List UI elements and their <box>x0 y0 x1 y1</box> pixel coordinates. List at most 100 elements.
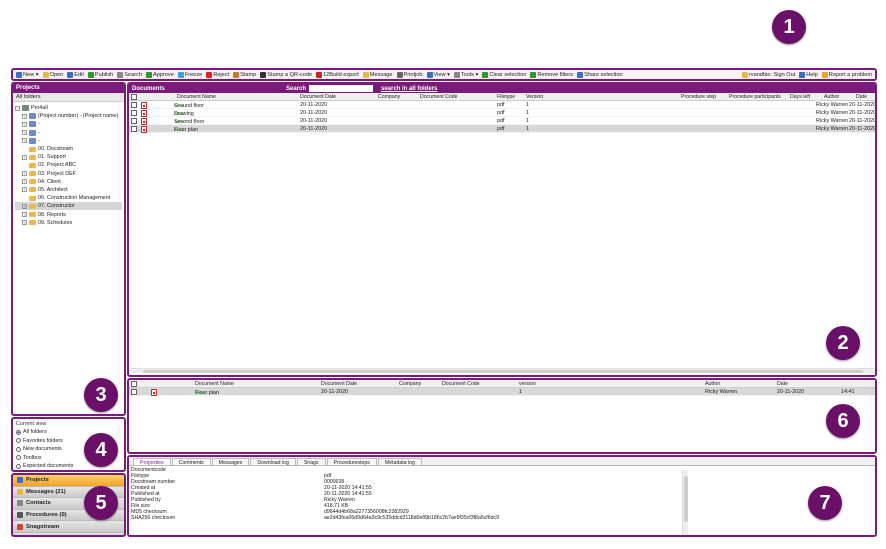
toolbar-button-15[interactable]: Clear selection <box>482 71 526 78</box>
column-header[interactable]: Company <box>399 381 421 387</box>
table-row[interactable]: Second floor New 20-11-2020 pdf 1 Ricky Warre… <box>129 117 875 125</box>
select-all-checkbox[interactable] <box>131 381 137 387</box>
search-input[interactable] <box>309 85 373 92</box>
tree-node[interactable]: + - <box>15 129 122 137</box>
tree-node[interactable]: +08. Reports <box>15 210 122 218</box>
toolbar-button-3[interactable]: Publish <box>87 71 113 78</box>
tree-node[interactable]: 02. Project ABC <box>15 161 122 169</box>
toolbar-button-8[interactable]: Stamp <box>233 71 256 78</box>
column-header[interactable]: Procedure step <box>681 94 716 100</box>
column-header[interactable]: Document Name <box>177 94 216 100</box>
column-header[interactable]: Document Code <box>420 94 458 100</box>
toolbar-button-4[interactable]: Search <box>117 71 142 78</box>
column-header[interactable]: Document Date <box>300 94 336 100</box>
expand-toggle-icon[interactable]: + <box>22 130 27 136</box>
radio-button[interactable] <box>16 446 21 452</box>
toolbar-button-1[interactable]: Open <box>42 71 63 78</box>
tree-node[interactable]: 06. Construction Management <box>15 194 122 202</box>
nav-item[interactable]: Projects <box>13 475 124 487</box>
table-row[interactable]: Drawing New 20-11-2020 pdf 1 Ricky Warren 20-1… <box>129 109 875 117</box>
tree-node[interactable]: + - <box>15 137 122 145</box>
row-checkbox[interactable] <box>131 126 137 132</box>
tab-metadata-log[interactable]: Metadata log <box>377 458 422 466</box>
tab-comments[interactable]: Comments <box>171 458 211 466</box>
expand-toggle-icon[interactable]: − <box>15 105 20 111</box>
scrollbar-thumb[interactable] <box>684 476 688 522</box>
tab-properties[interactable]: Properties <box>133 458 171 466</box>
toolbar-button-6[interactable]: Freeze <box>177 71 202 78</box>
scrollbar-thumb[interactable] <box>143 370 863 373</box>
column-header[interactable]: Company <box>378 94 400 100</box>
tree-node[interactable]: 00. Docstream <box>15 145 122 153</box>
column-header[interactable]: Date <box>856 94 867 100</box>
expand-toggle-icon[interactable]: + <box>22 179 27 185</box>
tab-proceduresteps[interactable]: Proceduresteps <box>326 458 377 466</box>
documents-horizontal-scrollbar[interactable] <box>131 368 875 373</box>
toolbar-user-button-0[interactable]: rvandtke: Sign Out <box>741 71 795 78</box>
new-badge: New <box>175 119 184 124</box>
toolbar-button-9[interactable]: Stamp a QR-code <box>260 71 312 78</box>
expand-toggle-icon[interactable]: + <box>22 220 27 226</box>
toolbar-user-button-2[interactable]: Report a problem <box>821 71 872 78</box>
tree-node[interactable]: +01. Support <box>15 153 122 161</box>
column-header[interactable]: Document Name <box>195 381 234 387</box>
toolbar-button-14[interactable]: Tools ▾ <box>453 71 478 78</box>
expand-toggle-icon[interactable]: + <box>22 187 27 193</box>
toolbar-button-0[interactable]: New ▾ <box>16 71 39 78</box>
tab-snags[interactable]: Snags <box>296 458 326 466</box>
tree-node[interactable]: +03. Project DEF <box>15 170 122 178</box>
column-header[interactable]: Filetype <box>497 94 515 100</box>
toolbar-button-5[interactable]: Approve <box>145 71 174 78</box>
toolbar-button-12[interactable]: Printjob <box>396 71 423 78</box>
expand-toggle-icon[interactable]: + <box>22 212 27 218</box>
expand-toggle-icon[interactable]: + <box>22 203 27 209</box>
expand-toggle-icon[interactable]: + <box>22 113 27 119</box>
expand-toggle-icon[interactable]: + <box>22 121 27 127</box>
tab-messages[interactable]: Messages <box>211 458 250 466</box>
toolbar-button-13[interactable]: View ▾ <box>426 71 450 78</box>
row-checkbox[interactable] <box>131 102 137 108</box>
expand-toggle-icon[interactable]: + <box>22 138 27 144</box>
radio-button[interactable] <box>16 429 21 435</box>
radio-button[interactable] <box>16 438 21 444</box>
expand-toggle-icon[interactable]: + <box>22 171 27 177</box>
toolbar-user-button-1[interactable]: Help <box>799 71 818 78</box>
row-checkbox[interactable] <box>131 389 137 395</box>
search-all-folders-link[interactable]: search in all folders <box>381 86 437 92</box>
tree-node[interactable]: +05. Architect <box>15 186 122 194</box>
toolbar-button-7[interactable]: Reject <box>206 71 229 78</box>
tree-node[interactable]: +04. Client <box>15 178 122 186</box>
column-header[interactable]: Document Code <box>442 381 480 387</box>
toolbar-button-10[interactable]: 12Build export <box>316 71 359 78</box>
column-header[interactable]: Version <box>526 94 543 100</box>
radio-button[interactable] <box>16 455 21 461</box>
tree-node[interactable]: − Pro4all <box>15 104 122 112</box>
column-header[interactable]: Author <box>705 381 720 387</box>
column-header[interactable]: Author <box>824 94 839 100</box>
radio-button[interactable] <box>16 463 21 469</box>
table-row[interactable]: Floor plan New 20-11-2020 1 Ricky Warren 20-1… <box>129 388 875 396</box>
properties-vertical-scrollbar[interactable] <box>682 470 688 535</box>
tree-node[interactable]: + (Project number) - (Project name) <box>15 112 122 120</box>
row-checkbox[interactable] <box>131 118 137 124</box>
column-header[interactable]: Document Date <box>321 381 357 387</box>
select-all-checkbox[interactable] <box>131 94 137 100</box>
row-checkbox[interactable] <box>131 110 137 116</box>
expand-toggle-icon[interactable]: + <box>22 154 27 160</box>
tree-node[interactable]: +09. Schedules <box>15 219 122 227</box>
tree-node[interactable]: + - <box>15 120 122 128</box>
toolbar-button-11[interactable]: Message <box>362 71 393 78</box>
table-row[interactable]: Floor plan New 20-11-2020 pdf 1 Ricky Warren 2… <box>129 125 875 133</box>
nav-item[interactable]: Snagstream <box>13 521 124 533</box>
column-header[interactable]: Procedure participants <box>729 94 781 100</box>
toolbar-button-16[interactable]: Remove filters <box>530 71 573 78</box>
toolbar-button-2[interactable]: Edit <box>67 71 84 78</box>
column-header[interactable]: version <box>519 381 536 387</box>
table-row[interactable]: Ground floor New 20-11-2020 pdf 1 Ricky Warre… <box>129 101 875 109</box>
column-header[interactable]: Date <box>777 381 788 387</box>
tree-node[interactable]: +07. Constructor <box>15 202 122 211</box>
new-badge: New <box>175 111 184 116</box>
toolbar-button-17[interactable]: Share selection <box>577 71 623 78</box>
column-header[interactable]: Days left <box>790 94 810 100</box>
tab-download-log[interactable]: Download log <box>250 458 296 466</box>
